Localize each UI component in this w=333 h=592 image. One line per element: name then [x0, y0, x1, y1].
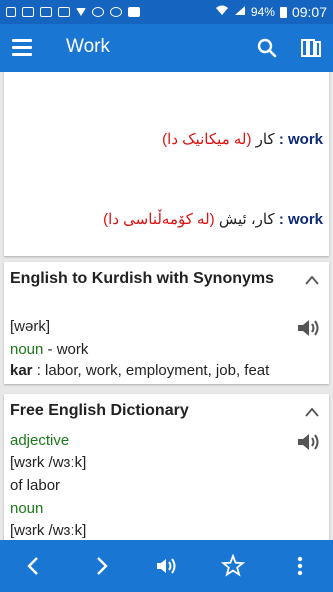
pronunciation: [wɜrk /wɜːk]: [10, 454, 87, 471]
signal-icon: [234, 5, 246, 19]
page-title: Work: [66, 36, 110, 57]
download-icon: [76, 8, 86, 16]
dictionary-card: English to Kurdish with Synonyms [wərk] …: [4, 262, 329, 384]
sync-icon: [92, 7, 104, 17]
wifi-icon: [215, 5, 229, 19]
pronunciation: [wərk]: [10, 318, 51, 335]
image-icon: [22, 7, 34, 17]
chevron-up-icon[interactable]: [305, 272, 319, 285]
more-options-icon[interactable]: [288, 554, 312, 578]
youtube-icon: [128, 7, 140, 17]
battery-level: 94%: [250, 5, 275, 19]
card-title: Free English Dictionary: [10, 402, 189, 419]
content-area[interactable]: کار (له میکانیک دا) : work کار، ئیش (له …: [0, 72, 333, 540]
part-of-speech: noun - work: [10, 341, 89, 358]
translation-line: کار (له میکانیک دا) : work: [162, 131, 323, 148]
card-title: English to Kurdish with Synonyms: [10, 270, 275, 287]
speaker-icon[interactable]: [295, 430, 321, 454]
synonyms: kar : labor, work, employment, job, feat: [10, 362, 270, 379]
pronunciation: [wɜrk /wɜːk]: [10, 522, 87, 539]
back-icon[interactable]: [22, 554, 46, 578]
speaker-icon[interactable]: [295, 316, 321, 340]
bottom-toolbar: [0, 540, 333, 592]
chevron-up-icon[interactable]: [305, 404, 319, 417]
blocked-icon: [110, 7, 122, 17]
image-icon: [58, 7, 70, 17]
star-icon[interactable]: [220, 553, 246, 578]
forward-icon[interactable]: [89, 554, 113, 578]
battery-icon: [279, 6, 287, 18]
notification-icons: [6, 7, 140, 17]
translation-line: کار، ئیش (له کۆمەڵناسی دا) : work: [103, 211, 323, 228]
notification-icon: [6, 7, 16, 17]
dictionary-card: Free English Dictionary adjective [wɜrk …: [4, 394, 329, 540]
speaker-icon[interactable]: [155, 554, 179, 578]
definition: of labor: [10, 477, 61, 494]
status-bar: 94% 09:07: [0, 0, 333, 24]
part-of-speech: noun: [10, 500, 44, 517]
search-icon[interactable]: [255, 36, 279, 60]
app-bar: Work: [0, 24, 333, 72]
part-of-speech: adjective: [10, 432, 70, 449]
translation-card: کار (له میکانیک دا) : work کار، ئیش (له …: [4, 72, 329, 256]
library-icon[interactable]: [299, 36, 323, 60]
clock: 09:07: [291, 4, 327, 20]
image-icon: [40, 7, 52, 17]
menu-icon[interactable]: [12, 39, 32, 57]
